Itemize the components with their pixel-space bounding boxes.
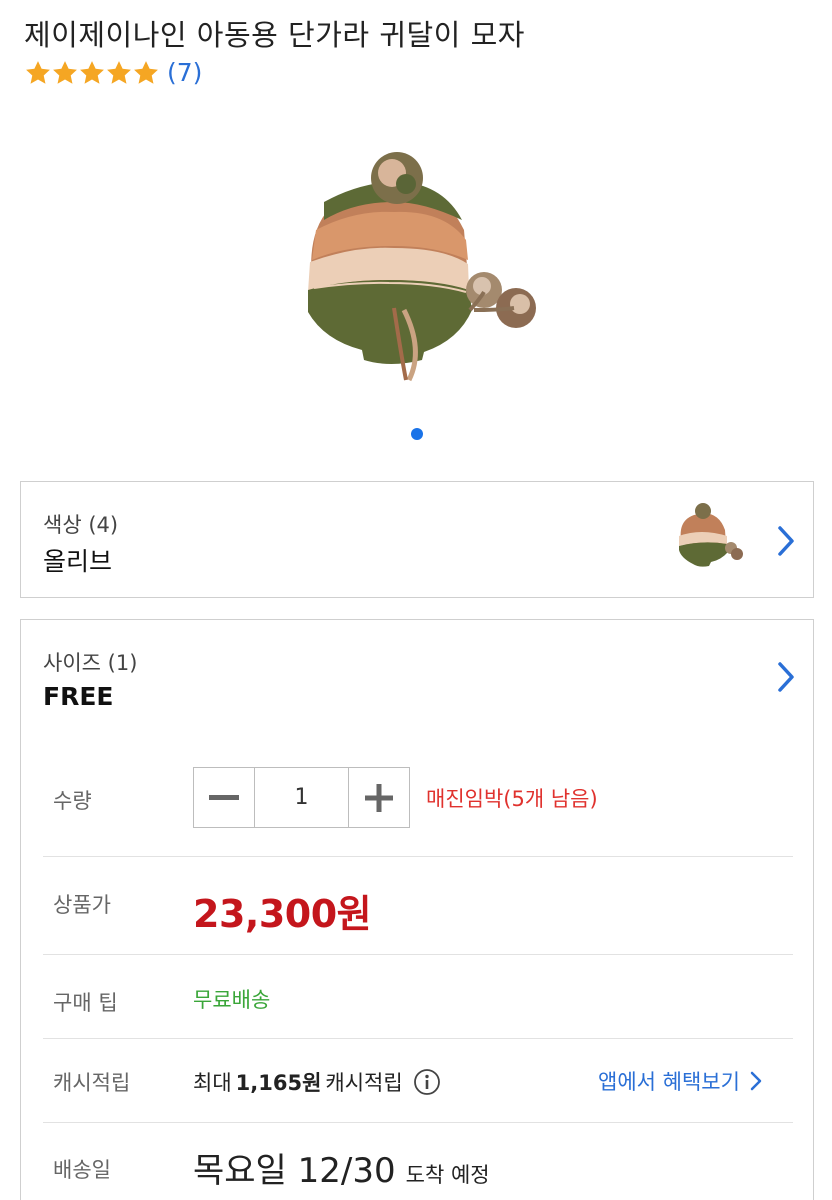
app-benefit-link[interactable]: 앱에서 혜택보기 <box>598 1066 762 1096</box>
product-image[interactable] <box>294 140 544 400</box>
star-icon <box>26 60 50 84</box>
star-icon <box>53 60 77 84</box>
product-price: 23,300원 <box>193 892 372 936</box>
delivery-label: 배송일 <box>53 1158 111 1182</box>
minus-icon <box>209 794 239 800</box>
rating[interactable]: (7) <box>24 58 202 87</box>
app-benefit-label: 앱에서 혜택보기 <box>598 1070 740 1094</box>
quantity-stepper[interactable]: 1 <box>193 767 410 828</box>
chevron-right-icon <box>750 1071 762 1091</box>
divider <box>43 856 793 857</box>
purchase-detail-panel: 수량 1 매진임박(5개 남음) 상품가 23,300원 구매 팁 무료배송 캐… <box>20 733 814 1200</box>
plus-icon <box>365 783 393 812</box>
chevron-right-icon <box>778 662 794 692</box>
divider <box>43 954 793 955</box>
review-count-link[interactable]: (7) <box>167 58 202 87</box>
price-label: 상품가 <box>53 893 111 917</box>
quantity-label: 수량 <box>53 789 92 813</box>
color-thumbnail-image <box>679 503 743 567</box>
carousel-dot-active[interactable] <box>411 428 423 440</box>
rating-stars <box>24 59 159 87</box>
size-option-label: 사이즈 (1) <box>43 651 138 675</box>
quantity-value[interactable]: 1 <box>254 768 349 827</box>
size-option-selector[interactable]: 사이즈 (1) FREE <box>20 619 814 734</box>
delivery-suffix: 도착 예정 <box>405 1163 490 1187</box>
purchase-tip-label: 구매 팁 <box>53 991 118 1015</box>
product-title: 제이제이나인 아동용 단가라 귀달이 모자 <box>24 18 525 52</box>
star-icon <box>134 60 158 84</box>
color-option-selector[interactable]: 색상 (4) 올리브 <box>20 481 814 598</box>
chevron-right-icon <box>778 526 794 556</box>
cashback-amount: 1,165원 <box>235 1071 322 1095</box>
delivery-date: 목요일 12/30 <box>193 1151 396 1191</box>
quantity-decrease-button[interactable] <box>194 768 254 827</box>
color-option-label: 색상 (4) <box>43 513 119 537</box>
cashback-suffix: 캐시적립 <box>325 1071 403 1095</box>
cashback-label: 캐시적립 <box>53 1071 131 1095</box>
star-icon <box>80 60 104 84</box>
divider <box>43 1038 793 1039</box>
info-icon[interactable] <box>413 1068 441 1096</box>
star-icon <box>107 60 131 84</box>
quantity-increase-button[interactable] <box>349 768 409 827</box>
cashback-text: 최대 1,165원 캐시적립 <box>193 1067 441 1097</box>
stock-notice: 매진임박(5개 남음) <box>426 787 598 811</box>
size-option-value: FREE <box>43 682 114 711</box>
delivery-estimate: 목요일 12/30 도착 예정 <box>193 1143 490 1192</box>
cashback-prefix: 최대 <box>193 1071 232 1095</box>
color-option-value: 올리브 <box>43 547 113 576</box>
divider <box>43 1122 793 1123</box>
free-shipping-text: 무료배송 <box>193 988 271 1012</box>
